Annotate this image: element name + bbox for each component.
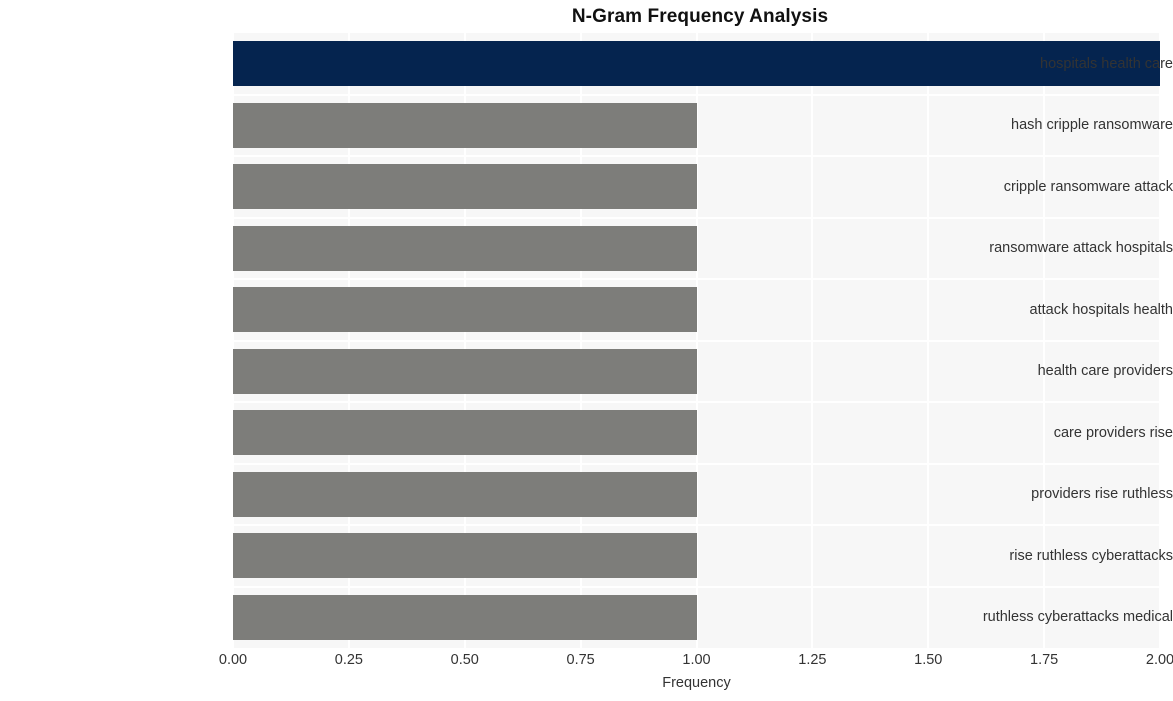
y-axis-tick-label: care providers rise	[1053, 424, 1173, 441]
gridline-horizontal	[233, 216, 1160, 219]
bar[interactable]	[233, 287, 697, 333]
chart-title: N-Gram Frequency Analysis	[571, 6, 829, 27]
y-axis-tick-label: cripple ransomware attack	[1003, 178, 1173, 195]
x-axis-tick-label: 1.25	[798, 652, 827, 668]
gridline-horizontal	[233, 462, 1160, 465]
x-axis-tick-label: 0.50	[450, 652, 479, 668]
y-axis-tick-label: providers rise ruthless	[1031, 486, 1173, 503]
bar[interactable]	[233, 410, 697, 456]
gridline-horizontal	[233, 278, 1160, 280]
y-axis-tick-label: ransomware attack hospitals	[989, 240, 1173, 257]
x-axis-tick-label: 0.00	[218, 652, 248, 668]
y-axis-tick-label: rise ruthless cyberattacks	[1009, 547, 1173, 564]
bar[interactable]	[233, 225, 697, 271]
y-axis-tick-label: ruthless cyberattacks medical	[982, 609, 1173, 626]
bar[interactable]	[233, 594, 697, 640]
x-axis-tick-label: 0.75	[566, 652, 595, 668]
y-axis-tick-label: attack hospitals health	[1029, 301, 1173, 318]
gridline-horizontal	[233, 93, 1160, 96]
gridline-horizontal	[233, 524, 1160, 526]
x-axis-tick-label: 0.25	[334, 652, 363, 668]
gridline-horizontal	[233, 155, 1160, 157]
gridline-horizontal	[233, 585, 1160, 588]
bar[interactable]	[233, 533, 697, 579]
gridline-horizontal	[233, 339, 1160, 342]
x-axis-tick-label: 2.00	[1145, 652, 1173, 668]
bar[interactable]	[233, 164, 697, 210]
x-axis-tick-label: 1.75	[1030, 652, 1059, 668]
bar[interactable]	[233, 348, 697, 394]
bar[interactable]	[233, 102, 697, 148]
gridline-horizontal	[233, 401, 1160, 403]
x-axis-tick-label: 1.50	[914, 652, 943, 668]
y-axis-tick-label: health care providers	[1037, 363, 1173, 380]
bar[interactable]	[233, 471, 697, 517]
x-axis-label: Frequency	[662, 675, 731, 691]
y-axis-tick-label: hospitals health care	[1040, 55, 1173, 72]
x-axis-tick-label: 1.00	[682, 652, 711, 668]
y-axis-tick-label: hash cripple ransomware	[1011, 117, 1173, 134]
chart-figure: N-Gram Frequency Analysis hospitals heal…	[0, 0, 1173, 701]
